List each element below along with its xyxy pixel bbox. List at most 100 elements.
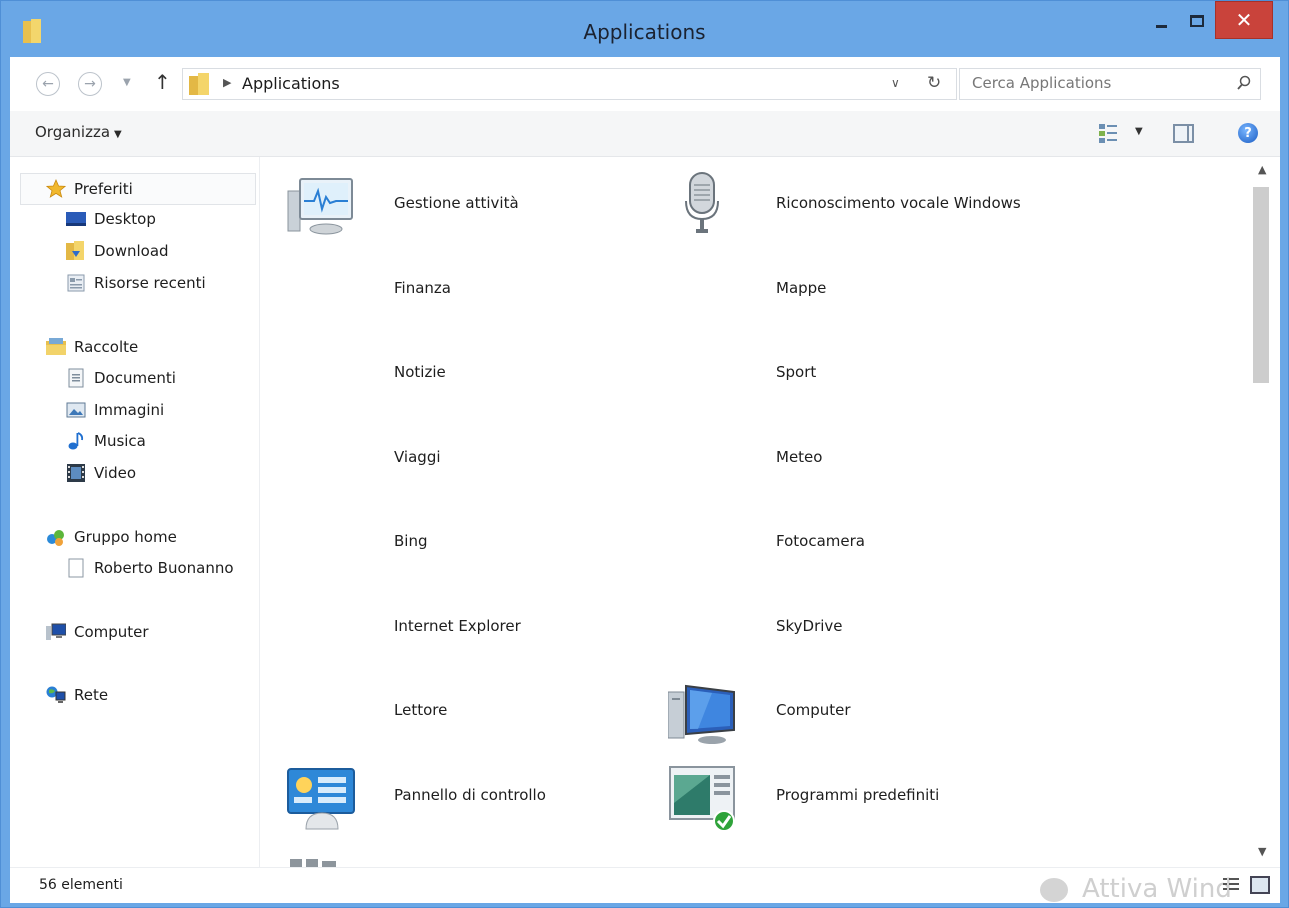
list-item-label: Mappe	[776, 279, 827, 297]
maximize-button[interactable]	[1177, 1, 1217, 41]
computer-icon	[668, 684, 735, 744]
arrow-right-icon: →	[84, 76, 96, 92]
minimize-button[interactable]	[1141, 1, 1181, 41]
details-view-icon[interactable]	[1222, 876, 1240, 894]
scroll-down-icon[interactable]: ▼	[1258, 845, 1266, 858]
watermark-text: Attiva Wind	[1082, 874, 1232, 904]
nav-item-pictures[interactable]: Immagini	[66, 396, 164, 424]
close-button[interactable]: ✕	[1215, 1, 1273, 39]
list-item-default-programs[interactable]: Programmi predefiniti	[668, 763, 1068, 833]
nav-item-videos[interactable]: Video	[66, 459, 136, 487]
list-item-label: Gestione attività	[394, 194, 519, 212]
address-history-chevron-icon[interactable]: ∨	[891, 76, 900, 90]
list-item-camera[interactable]: Fotocamera	[668, 509, 1068, 579]
view-options-chevron-icon[interactable]: ▼	[1135, 126, 1143, 137]
list-item-label: Sport	[776, 363, 817, 381]
list-item-label: Fotocamera	[776, 532, 865, 550]
list-item-label: Pannello di controllo	[394, 786, 546, 804]
recent-locations-dropdown[interactable]: ▼	[123, 77, 131, 88]
nav-item-recent[interactable]: Risorse recenti	[66, 269, 206, 297]
nav-item-documents[interactable]: Documenti	[66, 364, 176, 392]
list-item-label: Bing	[394, 532, 428, 550]
address-bar[interactable]: ▶ Applications ∨ ↻	[182, 68, 957, 100]
list-item-travel[interactable]: Viaggi	[286, 425, 646, 495]
up-button[interactable]: ↑	[154, 70, 171, 94]
breadcrumb-applications[interactable]: Applications	[242, 74, 340, 93]
scroll-up-icon[interactable]: ▲	[1258, 163, 1266, 176]
refresh-icon[interactable]: ↻	[927, 73, 941, 93]
nav-item-download[interactable]: Download	[66, 237, 169, 265]
control-panel-icon	[287, 768, 355, 830]
list-item-label: Lettore	[394, 701, 448, 719]
list-item-maps[interactable]: Mappe	[668, 256, 1068, 326]
list-item-internet-explorer[interactable]: Internet Explorer	[286, 594, 646, 664]
blank-document-icon	[68, 558, 84, 578]
list-item-bing[interactable]: Bing	[286, 509, 646, 579]
preview-pane-icon[interactable]	[1173, 124, 1194, 143]
list-item-weather[interactable]: Meteo	[668, 425, 1068, 495]
list-item-label: SkyDrive	[776, 617, 843, 635]
nav-item-homegroup[interactable]: Gruppo home	[46, 523, 177, 551]
search-input[interactable]	[972, 74, 1222, 92]
documents-icon	[68, 368, 84, 388]
nav-label: Video	[94, 464, 137, 482]
nav-item-network[interactable]: Rete	[46, 681, 108, 709]
nav-label: Preferiti	[74, 180, 133, 198]
list-item-control-panel[interactable]: Pannello di controllo	[286, 763, 646, 833]
film-icon	[67, 464, 85, 482]
nav-label: Raccolte	[74, 338, 139, 356]
list-item-task-manager[interactable]: Gestione attività	[286, 171, 646, 241]
vertical-scrollbar[interactable]: ▲ ▼	[1250, 157, 1280, 867]
task-manager-icon	[287, 178, 353, 235]
back-button[interactable]: ←	[36, 72, 60, 96]
partial-item-icon	[290, 859, 336, 867]
network-icon	[46, 686, 66, 703]
list-item-finance[interactable]: Finanza	[286, 256, 646, 326]
nav-label: Immagini	[94, 401, 165, 419]
title-bar[interactable]: Applications ✕	[1, 1, 1288, 57]
change-view-icon[interactable]	[1098, 123, 1118, 145]
breadcrumb-separator-icon[interactable]: ▶	[223, 76, 231, 89]
nav-item-homegroup-user[interactable]: Roberto Buonanno	[66, 554, 234, 582]
nav-item-computer[interactable]: Computer	[46, 618, 149, 646]
list-item-label: Finanza	[394, 279, 451, 297]
list-item-label: Meteo	[776, 448, 823, 466]
list-item-news[interactable]: Notizie	[286, 340, 646, 410]
list-item-skydrive[interactable]: SkyDrive	[668, 594, 1068, 664]
nav-label: Desktop	[94, 210, 156, 228]
nav-item-desktop[interactable]: Desktop	[66, 205, 156, 233]
search-icon[interactable]	[1236, 75, 1252, 91]
nav-item-favorites[interactable]: Preferiti	[46, 175, 133, 203]
list-item-label: Riconoscimento vocale Windows	[776, 194, 1021, 212]
list-item-label: Notizie	[394, 363, 446, 381]
list-item-computer[interactable]: Computer	[668, 678, 1068, 748]
activation-watermark: Attiva Wind	[1040, 874, 1232, 904]
homegroup-icon	[47, 530, 64, 546]
search-box[interactable]	[959, 68, 1261, 100]
music-note-icon	[68, 432, 84, 450]
list-item-reader[interactable]: Lettore	[286, 678, 646, 748]
microphone-icon	[685, 172, 719, 233]
nav-item-music[interactable]: Musica	[66, 427, 146, 455]
nav-label: Roberto Buonanno	[94, 559, 234, 577]
list-item-speech-recognition[interactable]: Riconoscimento vocale Windows	[668, 171, 1068, 241]
large-icons-view-icon[interactable]	[1250, 876, 1270, 894]
organize-menu-button[interactable]: Organizza ▼	[35, 123, 122, 141]
list-item-label: Computer	[776, 701, 851, 719]
nav-label: Download	[94, 242, 169, 260]
chevron-down-icon: ▼	[114, 129, 122, 140]
organize-label: Organizza	[35, 123, 111, 141]
forward-button[interactable]: →	[78, 72, 102, 96]
list-item-label: Programmi predefiniti	[776, 786, 940, 804]
desktop-icon	[66, 212, 86, 226]
list-item-sport[interactable]: Sport	[668, 340, 1068, 410]
explorer-window: Applications ✕ ← → ▼ ↑ ▶ Applications ∨ …	[0, 0, 1289, 908]
nav-label: Documenti	[94, 369, 176, 387]
help-icon[interactable]: ?	[1238, 123, 1258, 143]
minimize-icon	[1155, 24, 1167, 28]
scroll-thumb[interactable]	[1253, 187, 1269, 383]
nav-label: Risorse recenti	[94, 274, 206, 292]
nav-label: Computer	[74, 623, 149, 641]
address-row: ← → ▼ ↑ ▶ Applications ∨ ↻	[10, 57, 1280, 111]
nav-item-libraries[interactable]: Raccolte	[46, 333, 138, 361]
